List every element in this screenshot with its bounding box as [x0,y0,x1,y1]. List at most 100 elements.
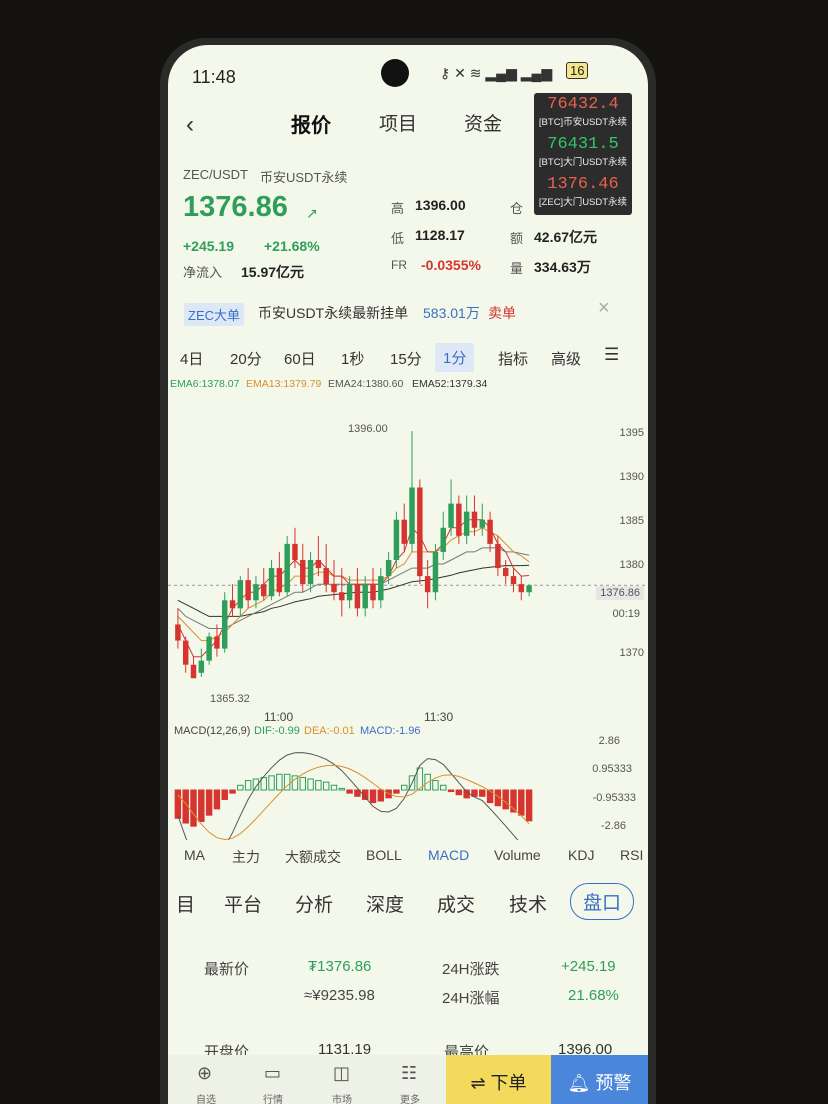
tf-60d[interactable]: 60日 [284,348,316,369]
fr-label: FR [391,258,407,272]
macd-bar-17 [307,778,314,791]
candle-body-23 [354,584,361,609]
bottom-item-more[interactable]: 更多 [400,1091,420,1104]
candle-body-12 [268,568,275,597]
candle-body-1 [182,640,189,665]
x-label-1130: 11:30 [424,710,454,724]
candle-body-22 [346,584,353,601]
banner-amount: 583.01万 [423,305,480,321]
macd-bar-25 [369,789,377,804]
tf-15m[interactable]: 15分 [390,348,422,369]
tab-quote[interactable]: 报价 [291,109,331,138]
pct-24h-label: 24H涨幅 [442,990,500,1007]
funding-rate: -0.0355% [421,257,481,273]
message-icon[interactable]: ▭ [264,1063,281,1084]
macd-bar-42 [502,789,509,810]
tab-technical[interactable]: 技术 [509,890,547,917]
candle-body-44 [518,584,525,593]
candle-body-32 [424,576,431,593]
macd-y-4: -2.86 [600,820,626,832]
macd-bar-44 [518,789,525,816]
macd-chart[interactable] [168,740,648,840]
chart-icon[interactable]: ◫ [333,1063,350,1084]
pct-24h-value: 21.68% [568,987,619,1004]
candle-body-27 [385,560,392,577]
candle-body-35 [448,503,454,528]
tf-1s[interactable]: 1秒 [341,348,364,369]
tf-1m[interactable]: 1分 [435,343,475,372]
candle-body-21 [339,592,345,601]
candle-body-37 [463,511,470,536]
tf-indicators[interactable]: 指标 [498,348,528,369]
netflow-label: 净流入 [183,265,223,280]
chart-settings-icon[interactable]: ☰ [604,345,619,365]
tf-advanced[interactable]: 高级 [551,348,581,369]
overlay-price-2: 76431.5 [547,135,619,154]
ema52-label: EMA52:1379.34 [412,378,488,390]
ind-main[interactable]: 主力 [232,847,260,867]
candle-body-7 [229,600,236,609]
pair-name: ZEC/USDT [183,167,248,182]
ind-bigtrade[interactable]: 大额成交 [285,847,341,867]
ind-volume[interactable]: Volume [494,847,541,863]
candle-body-8 [237,580,244,609]
candle-body-24 [362,584,368,609]
candlestick-chart[interactable] [168,395,648,725]
ind-rsi[interactable]: RSI [620,847,643,863]
ind-boll[interactable]: BOLL [366,847,402,863]
candle-body-15 [292,543,298,560]
y-label-1370: 1370 [619,647,644,659]
chg-24h-value: +245.19 [561,958,616,975]
sliders-icon[interactable]: ☷ [401,1063,417,1084]
bottom-item-watchlist[interactable]: 自选 [196,1091,216,1104]
macd-bar-39 [479,789,486,797]
high-label: 高 [391,201,405,216]
macd-bar-6 [221,789,228,800]
high-value: 1396.00 [415,197,466,213]
tab-section-partial[interactable]: 目 [176,890,195,917]
macd-bar-13 [276,773,283,791]
tab-depth[interactable]: 深度 [366,890,404,917]
low-value: 1128.17 [415,227,465,243]
candle-body-10 [253,584,259,601]
candle-body-30 [409,487,415,544]
overlay-label-2: [BTC]大门USDT永续 [538,157,628,168]
plus-circle-icon[interactable]: ⊕ [197,1063,212,1084]
market-name: 币安USDT永续 [260,170,348,185]
ind-kdj[interactable]: KDJ [568,847,594,863]
banner-text[interactable]: 币安USDT永续最新挂单 [258,303,408,323]
candle-body-39 [479,519,486,528]
candle-body-33 [432,551,439,593]
bottom-item-quotes[interactable]: 行情 [263,1091,283,1104]
macd-y-3: -0.95333 [592,792,636,804]
back-icon[interactable]: ‹ [186,111,194,139]
tab-trades[interactable]: 成交 [437,890,475,917]
ind-macd[interactable]: MACD [428,847,469,863]
macd-bar-7 [229,789,236,794]
alert-button[interactable]: 🔔︎ 预警 [551,1055,648,1104]
macd-bar-28 [393,789,400,794]
tab-funds[interactable]: 资金 [464,109,502,136]
bottom-item-market[interactable]: 市场 [332,1091,352,1104]
tab-platform[interactable]: 平台 [224,890,262,917]
macd-header: MACD(12,26,9) [174,725,251,737]
tf-4d[interactable]: 4日 [180,348,203,369]
candle-body-43 [510,576,517,585]
candle-countdown: 00:19 [612,608,640,620]
tab-analysis[interactable]: 分析 [295,890,333,917]
tab-project[interactable]: 项目 [379,109,417,136]
ema52-line [177,564,530,617]
last-price: 1376.86 [183,191,288,223]
close-icon[interactable]: × [598,297,610,320]
macd-y-1: 2.86 [598,735,620,747]
app-screen: 11:48 ⚷ ✕ ≋ ▂▄▆ ▂▄▆ 16 ‹ 报价 项目 资金 ZEC/US… [168,45,648,1104]
floating-price-window[interactable]: 76432.4 [BTC]币安USDT永续 76431.5 [BTC]大门USD… [534,93,632,215]
macd-bar-12 [268,775,275,791]
ind-ma[interactable]: MA [184,847,205,863]
place-order-button[interactable]: ⇌ 下单 [446,1055,551,1104]
banner-tag: ZEC大单 [184,303,245,326]
tab-orderbook[interactable]: 盘口 [570,883,635,920]
tf-20m[interactable]: 20分 [230,348,262,369]
latest-price-value: ₮1376.86 [308,958,372,975]
candle-body-42 [502,568,509,577]
